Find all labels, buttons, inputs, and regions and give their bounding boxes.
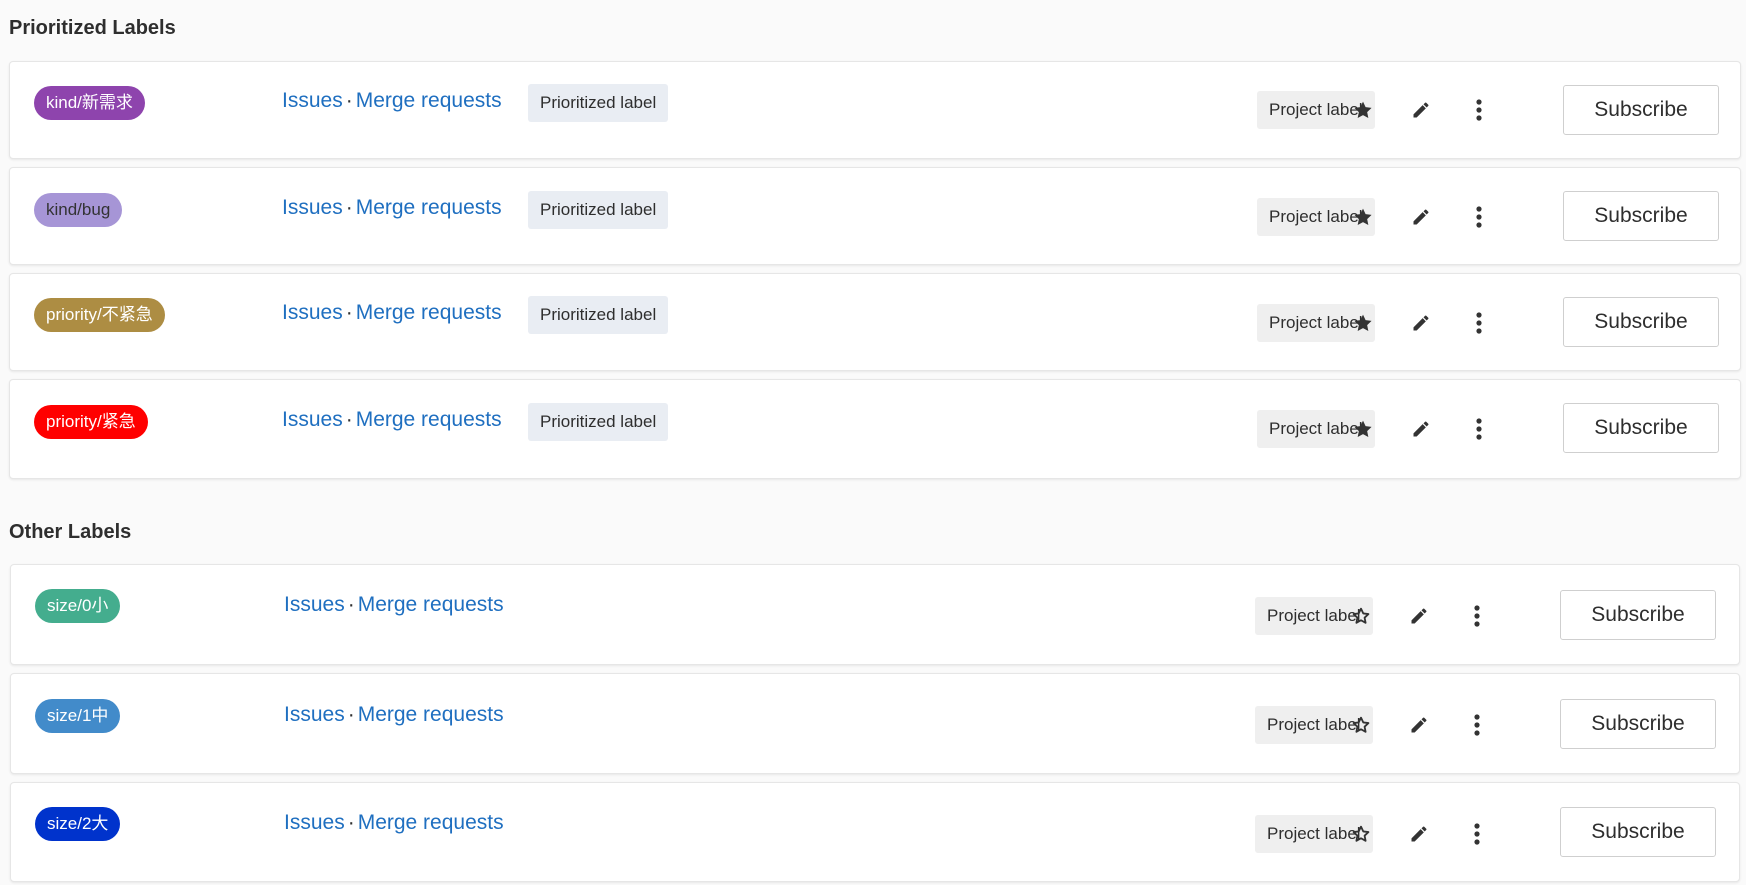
pencil-icon[interactable] bbox=[1406, 95, 1436, 125]
label-row: size/1中 Issues · Merge requests Project la… bbox=[10, 673, 1740, 774]
link-separator: · bbox=[345, 301, 353, 324]
label-links: Issues · Merge requests bbox=[282, 88, 502, 114]
issues-link[interactable]: Issues bbox=[282, 301, 343, 324]
merge-requests-link[interactable]: Merge requests bbox=[356, 89, 502, 112]
issues-link[interactable]: Issues bbox=[284, 703, 345, 726]
merge-requests-link[interactable]: Merge requests bbox=[358, 593, 504, 616]
label-row: size/0小 Issues · Merge requests Project la… bbox=[10, 564, 1740, 665]
subscribe-button[interactable]: Subscribe bbox=[1563, 297, 1719, 347]
labels-page: Prioritized Labels kind/新需求 Issues · Merge… bbox=[0, 0, 1746, 885]
label-pill[interactable]: size/0小 bbox=[35, 589, 121, 623]
pencil-icon[interactable] bbox=[1404, 601, 1434, 631]
merge-requests-link[interactable]: Merge requests bbox=[358, 703, 504, 726]
link-separator: · bbox=[345, 408, 353, 431]
subscribe-button[interactable]: Subscribe bbox=[1563, 191, 1719, 241]
label-links: Issues · Merge requests bbox=[282, 407, 502, 433]
link-separator: · bbox=[347, 811, 355, 834]
merge-requests-link[interactable]: Merge requests bbox=[358, 811, 504, 834]
star-icon[interactable] bbox=[1348, 95, 1378, 125]
merge-requests-link[interactable]: Merge requests bbox=[356, 408, 502, 431]
subscribe-button[interactable]: Subscribe bbox=[1560, 807, 1716, 857]
merge-requests-link[interactable]: Merge requests bbox=[356, 196, 502, 219]
star-outline-icon[interactable] bbox=[1346, 710, 1376, 740]
label-row: size/2大 Issues · Merge requests Project la… bbox=[10, 782, 1740, 882]
label-row: kind/bug Issues · Merge requests Prioritiz… bbox=[9, 167, 1741, 265]
link-separator: · bbox=[347, 703, 355, 726]
label-links: Issues · Merge requests bbox=[284, 810, 504, 836]
label-links: Issues · Merge requests bbox=[282, 300, 502, 326]
label-pill[interactable]: kind/bug bbox=[34, 193, 123, 227]
more-vertical-icon[interactable] bbox=[1462, 601, 1492, 631]
link-separator: · bbox=[345, 196, 353, 219]
prioritized-labels-title: Prioritized Labels bbox=[9, 17, 176, 39]
label-row: priority/不紧急 Issues · Merge requests Prior… bbox=[9, 273, 1741, 371]
prioritized-label-badge: Prioritized label bbox=[528, 84, 669, 122]
subscribe-button[interactable]: Subscribe bbox=[1560, 699, 1716, 749]
pencil-icon[interactable] bbox=[1404, 710, 1434, 740]
subscribe-button[interactable]: Subscribe bbox=[1563, 85, 1719, 135]
label-pill[interactable]: size/2大 bbox=[35, 807, 121, 841]
more-vertical-icon[interactable] bbox=[1464, 202, 1494, 232]
issues-link[interactable]: Issues bbox=[284, 811, 345, 834]
star-outline-icon[interactable] bbox=[1346, 601, 1376, 631]
prioritized-label-badge: Prioritized label bbox=[528, 191, 669, 229]
other-labels-title: Other Labels bbox=[9, 521, 132, 543]
more-vertical-icon[interactable] bbox=[1462, 710, 1492, 740]
issues-link[interactable]: Issues bbox=[284, 593, 345, 616]
more-vertical-icon[interactable] bbox=[1462, 819, 1492, 849]
label-links: Issues · Merge requests bbox=[284, 702, 504, 728]
subscribe-button[interactable]: Subscribe bbox=[1563, 403, 1719, 453]
star-icon[interactable] bbox=[1348, 414, 1378, 444]
issues-link[interactable]: Issues bbox=[282, 408, 343, 431]
label-links: Issues · Merge requests bbox=[282, 195, 502, 221]
issues-link[interactable]: Issues bbox=[282, 89, 343, 112]
label-links: Issues · Merge requests bbox=[284, 592, 504, 618]
label-pill[interactable]: priority/不紧急 bbox=[34, 298, 165, 332]
prioritized-label-badge: Prioritized label bbox=[528, 403, 669, 441]
more-vertical-icon[interactable] bbox=[1464, 414, 1494, 444]
link-separator: · bbox=[345, 89, 353, 112]
star-icon[interactable] bbox=[1348, 202, 1378, 232]
link-separator: · bbox=[347, 593, 355, 616]
label-pill[interactable]: size/1中 bbox=[35, 699, 121, 733]
subscribe-button[interactable]: Subscribe bbox=[1560, 590, 1716, 640]
label-row: kind/新需求 Issues · Merge requests Prioritiz… bbox=[9, 61, 1741, 159]
more-vertical-icon[interactable] bbox=[1464, 95, 1494, 125]
label-row: priority/紧急 Issues · Merge requests Priori… bbox=[9, 379, 1741, 479]
pencil-icon[interactable] bbox=[1404, 819, 1434, 849]
prioritized-label-badge: Prioritized label bbox=[528, 296, 669, 334]
star-outline-icon[interactable] bbox=[1346, 819, 1376, 849]
pencil-icon[interactable] bbox=[1406, 414, 1436, 444]
more-vertical-icon[interactable] bbox=[1464, 308, 1494, 338]
merge-requests-link[interactable]: Merge requests bbox=[356, 301, 502, 324]
label-pill[interactable]: priority/紧急 bbox=[34, 405, 148, 439]
issues-link[interactable]: Issues bbox=[282, 196, 343, 219]
star-icon[interactable] bbox=[1348, 308, 1378, 338]
pencil-icon[interactable] bbox=[1406, 202, 1436, 232]
pencil-icon[interactable] bbox=[1406, 308, 1436, 338]
label-pill[interactable]: kind/新需求 bbox=[34, 86, 145, 120]
